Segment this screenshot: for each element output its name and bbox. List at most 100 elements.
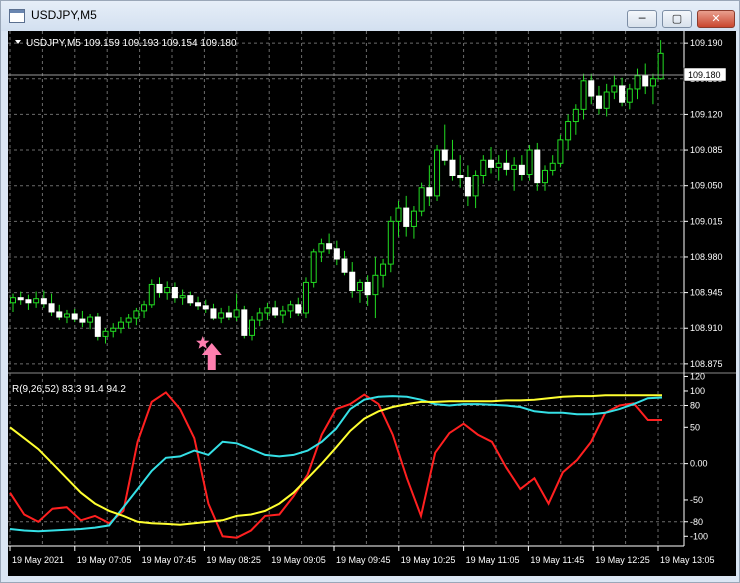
candle <box>495 155 502 181</box>
svg-text:19 May 10:25: 19 May 10:25 <box>401 555 456 565</box>
svg-text:19 May 2021: 19 May 2021 <box>12 555 64 565</box>
candle <box>557 134 564 168</box>
time-tick: 19 May 11:05 <box>463 546 519 565</box>
time-tick: 19 May 13:05 <box>657 546 715 565</box>
candle <box>63 309 70 324</box>
minimize-button[interactable]: ─ <box>627 10 657 28</box>
candle <box>17 291 24 305</box>
candle <box>464 165 471 207</box>
candle <box>40 290 47 308</box>
candle <box>249 316 256 341</box>
candle <box>356 279 363 303</box>
candle <box>117 317 124 334</box>
candle <box>580 73 587 120</box>
candle <box>403 195 410 237</box>
price-tick: 108.980 <box>684 252 723 262</box>
candle <box>48 293 55 317</box>
time-tick: 19 May 07:45 <box>139 546 197 565</box>
candle <box>503 150 510 176</box>
price-tick: 109.050 <box>684 181 723 191</box>
candle <box>187 291 194 306</box>
candle <box>488 147 495 174</box>
svg-text:0.00: 0.00 <box>690 459 708 469</box>
svg-text:19 May 07:05: 19 May 07:05 <box>77 555 132 565</box>
chart-window-icon <box>9 9 25 23</box>
indicator-tick: 0.00 <box>684 459 708 469</box>
svg-text:19 May 13:05: 19 May 13:05 <box>660 555 715 565</box>
candle <box>25 294 32 310</box>
candle <box>279 305 286 324</box>
candle <box>565 114 572 151</box>
svg-text:108.945: 108.945 <box>690 288 723 298</box>
svg-text:19 May 09:45: 19 May 09:45 <box>336 555 391 565</box>
svg-text:109.190: 109.190 <box>690 38 723 48</box>
indicator-tick: 80 <box>684 401 700 411</box>
candle <box>595 85 602 115</box>
candle <box>171 282 178 303</box>
time-scale: 19 May 2021 19 May 07:05 19 May 07:45 19 Ma… <box>9 546 715 565</box>
candlesticks <box>10 40 664 344</box>
candle <box>449 139 456 181</box>
symbol-info: USDJPY,M5 109.159 109.193 109.154 109.18… <box>26 38 237 49</box>
candle <box>225 305 232 321</box>
candle <box>302 277 309 319</box>
candle <box>272 300 279 319</box>
close-button[interactable]: ✕ <box>697 10 735 28</box>
svg-text:80: 80 <box>690 401 700 411</box>
time-tick: 19 May 07:05 <box>74 546 132 565</box>
time-tick: 19 May 09:45 <box>333 546 391 565</box>
price-tick: 108.875 <box>684 359 723 369</box>
candle <box>387 216 394 273</box>
svg-text:108.980: 108.980 <box>690 252 723 262</box>
candle <box>110 323 117 338</box>
candle <box>179 289 186 305</box>
svg-text:19 May 11:45: 19 May 11:45 <box>530 555 584 565</box>
svg-text:109.085: 109.085 <box>690 145 723 155</box>
signal-star-icon <box>196 336 210 349</box>
candle <box>418 182 425 217</box>
candle <box>372 256 379 319</box>
svg-text:19 May 12:25: 19 May 12:25 <box>595 555 650 565</box>
svg-text:-100: -100 <box>690 531 708 541</box>
candle <box>526 144 533 181</box>
title-bar[interactable]: USDJPY,M5 ─ ▢ ✕ <box>1 1 739 31</box>
current-price-label: 109.180 <box>688 70 721 80</box>
chart-window: USDJPY,M5 ─ ▢ ✕ 109.190109.155109.120109… <box>0 0 740 583</box>
time-tick: 19 May 10:25 <box>398 546 456 565</box>
candle <box>241 305 248 339</box>
svg-text:50: 50 <box>690 422 700 432</box>
price-chart[interactable]: 109.190109.155109.120109.085109.050109.0… <box>8 31 736 576</box>
candle <box>572 104 579 135</box>
chart-area[interactable]: 109.190109.155109.120109.085109.050109.0… <box>8 31 736 576</box>
svg-text:19 May 08:25: 19 May 08:25 <box>206 555 261 565</box>
svg-text:109.015: 109.015 <box>690 216 723 226</box>
indicator-tick: 100 <box>684 386 705 396</box>
candle <box>410 206 417 239</box>
candle <box>480 155 487 184</box>
price-tick: 108.910 <box>684 323 723 333</box>
candle <box>603 83 610 117</box>
svg-text:19 May 07:45: 19 May 07:45 <box>142 555 197 565</box>
candle <box>534 142 541 191</box>
candle <box>341 250 348 276</box>
svg-text:108.875: 108.875 <box>690 359 723 369</box>
svg-text:-50: -50 <box>690 495 703 505</box>
candle <box>318 238 325 263</box>
candle <box>657 40 664 80</box>
candle <box>619 77 626 107</box>
time-tick: 19 May 2021 <box>9 546 64 565</box>
candle <box>295 297 302 317</box>
time-tick: 19 May 11:45 <box>527 546 584 565</box>
time-tick: 19 May 09:05 <box>268 546 326 565</box>
price-scale: 109.190109.155109.120109.085109.050109.0… <box>684 38 723 369</box>
svg-text:109.050: 109.050 <box>690 181 723 191</box>
candle <box>518 155 525 181</box>
indicator-tick: 50 <box>684 422 700 432</box>
window-title: USDJPY,M5 <box>31 8 97 22</box>
maximize-button[interactable]: ▢ <box>662 10 692 28</box>
candle <box>642 63 649 95</box>
svg-text:109.120: 109.120 <box>690 109 723 119</box>
indicator-tick: -80 <box>684 517 703 527</box>
candle <box>233 293 240 322</box>
candle <box>634 68 641 100</box>
